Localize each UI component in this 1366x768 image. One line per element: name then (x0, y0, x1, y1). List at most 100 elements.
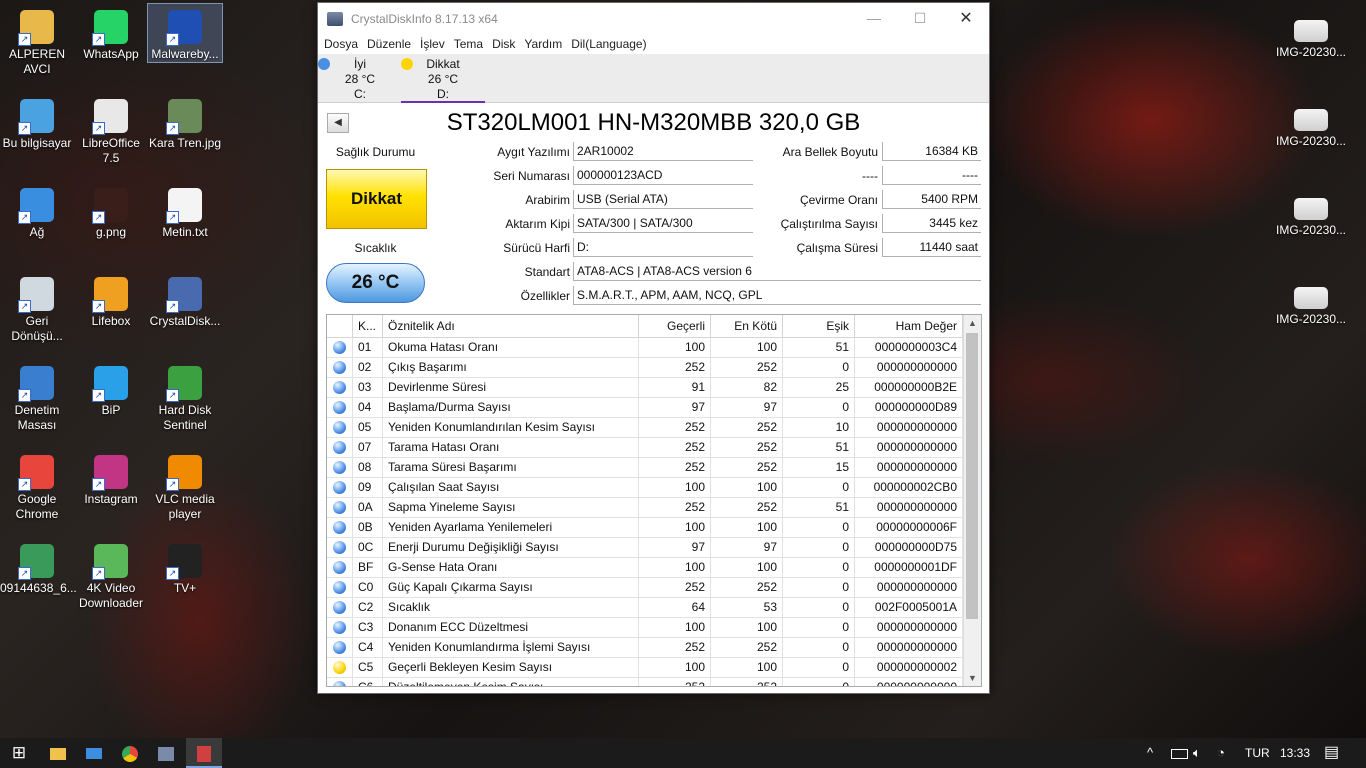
table-row[interactable]: BF G-Sense Hata Oranı 100 100 0 0000000001DF (327, 558, 963, 578)
mail-icon[interactable] (76, 738, 112, 768)
desktop-icon[interactable]: ↗ Kara Tren.jpg (148, 93, 222, 151)
menu-yardim[interactable]: Yardım (524, 37, 562, 51)
desktop-icon[interactable]: IMG-20230... (1272, 103, 1350, 149)
start-button[interactable]: ⊞ (0, 738, 38, 768)
id-column-header[interactable]: K... (353, 315, 383, 337)
scroll-up-icon[interactable]: ▲ (964, 315, 981, 331)
table-row[interactable]: C6 Düzeltilemeyen Kesim Sayısı 252 252 0 0000… (327, 678, 963, 686)
table-row[interactable]: 08 Tarama Süresi Başarımı 252 252 15 00000000… (327, 458, 963, 478)
raw-value-column-header[interactable]: Ham Değer (855, 315, 963, 337)
desktop-icon[interactable]: ↗ Lifebox (74, 271, 148, 329)
table-row[interactable]: 01 Okuma Hatası Oranı 100 100 51 0000000003C4 (327, 338, 963, 358)
title-bar[interactable]: CrystalDiskInfo 8.17.13 x64 — ☐ ✕ (318, 3, 989, 34)
desktop-icon[interactable]: ↗ CrystalDisk... (148, 271, 222, 329)
table-row[interactable]: 0C Enerji Durumu Değişikliği Sayısı 97 97 0 0… (327, 538, 963, 558)
desktop-icon[interactable]: ↗ VLC media player (148, 449, 222, 522)
menu-dosya[interactable]: Dosya (324, 37, 358, 51)
worst-value: 100 (711, 618, 783, 637)
status-cell (327, 578, 353, 597)
desktop-icon[interactable]: ↗ Bu bilgisayar (0, 93, 74, 151)
desktop-icon[interactable]: ↗ Ağ (0, 182, 74, 240)
table-scrollbar[interactable]: ▲ ▼ (963, 315, 981, 686)
health-status-button[interactable]: Dikkat (326, 169, 427, 229)
table-row[interactable]: 09 Çalışılan Saat Sayısı 100 100 0 000000002C… (327, 478, 963, 498)
desktop-icon[interactable]: ↗ BiP (74, 360, 148, 418)
table-row[interactable]: 0A Sapma Yineleme Sayısı 252 252 51 000000000… (327, 498, 963, 518)
desktop-icon[interactable]: ↗ Hard Disk Sentinel (148, 360, 222, 433)
desktop-icon-label: Google Chrome (15, 492, 59, 521)
desktop-icon[interactable]: ↗ 09144638_6... (0, 538, 77, 596)
desktop-icon[interactable]: ↗ g.png (74, 182, 148, 240)
close-button[interactable]: ✕ (943, 3, 989, 34)
hard-disk-sentinel-icon[interactable] (186, 738, 222, 768)
menu-tema[interactable]: Tema (454, 37, 483, 51)
drive-letter-value: D: (573, 238, 753, 257)
table-row[interactable]: 02 Çıkış Başarımı 252 252 0 000000000000 (327, 358, 963, 378)
menu-language[interactable]: Dil(Language) (571, 37, 646, 51)
battery-icon[interactable] (1171, 738, 1188, 768)
desktop-icon[interactable]: ↗ WhatsApp (74, 4, 148, 62)
table-row[interactable]: C0 Güç Kapalı Çıkarma Sayısı 252 252 0 000000… (327, 578, 963, 598)
status-column-header[interactable] (327, 315, 353, 337)
power-on-count-value: 3445 kez (882, 214, 981, 233)
drive-tab-c[interactable]: İyi 28 °C C: (318, 54, 402, 101)
speaker-icon[interactable]: 🔈︎ (1193, 738, 1201, 768)
table-row[interactable]: C5 Geçerli Bekleyen Kesim Sayısı 100 100 0 00… (327, 658, 963, 678)
desktop-icon[interactable]: ↗ LibreOffice 7.5 (74, 93, 148, 166)
table-row[interactable]: 03 Devirlenme Süresi 91 82 25 000000000B2E (327, 378, 963, 398)
raw-value: 000000000000 (855, 418, 963, 437)
desktop-icon[interactable]: ↗ Instagram (74, 449, 148, 507)
status-indicator-icon (333, 561, 346, 574)
desktop-icon[interactable]: ↗ Geri Dönüşü... (0, 271, 74, 344)
notification-icon[interactable]: ▤ (1324, 738, 1339, 768)
language-indicator[interactable]: TUR (1245, 738, 1270, 768)
worst-column-header[interactable]: En Kötü (711, 315, 783, 337)
desktop-icon[interactable]: ↗ Malwareby... (147, 3, 223, 63)
desktop-icon[interactable]: ↗ Metin.txt (148, 182, 222, 240)
desktop-icon[interactable]: ↗ TV+ (148, 538, 222, 596)
image-file-icon (1294, 20, 1328, 42)
current-value: 64 (639, 598, 711, 617)
table-row[interactable]: 04 Başlama/Durma Sayısı 97 97 0 000000000D89 (327, 398, 963, 418)
desktop-icon[interactable]: ↗ Google Chrome (0, 449, 74, 522)
buffer-size-label: Ara Bellek Boyutu (782, 145, 878, 159)
menu-islev[interactable]: İşlev (420, 37, 445, 51)
current-value: 97 (639, 538, 711, 557)
status-indicator-icon (401, 58, 413, 70)
attribute-name-column-header[interactable]: Öznitelik Adı (383, 315, 639, 337)
status-indicator-icon (333, 621, 346, 634)
maximize-button[interactable]: ☐ (897, 3, 943, 34)
tray-chevron-icon[interactable]: ^ (1147, 738, 1153, 768)
menu-duzenle[interactable]: Düzenle (367, 37, 411, 51)
table-row[interactable]: 0B Yeniden Ayarlama Yenilemeleri 100 100 0 00… (327, 518, 963, 538)
scroll-down-icon[interactable]: ▼ (964, 670, 981, 686)
chrome-icon[interactable] (112, 738, 148, 768)
clock[interactable]: 13:33 (1280, 738, 1310, 768)
desktop-icon[interactable]: ↗ ALPEREN AVCI (0, 4, 74, 77)
menu-disk[interactable]: Disk (492, 37, 515, 51)
table-row[interactable]: 07 Tarama Hatası Oranı 252 252 51 00000000000… (327, 438, 963, 458)
shortcut-arrow-icon: ↗ (18, 389, 31, 402)
threshold-value: 0 (783, 398, 855, 417)
desktop-icon[interactable]: IMG-20230... (1272, 14, 1350, 60)
table-row[interactable]: C4 Yeniden Konumlandırma İşlemi Sayısı 252… (327, 638, 963, 658)
table-row[interactable]: C2 Sıcaklık 64 53 0 002F0005001A (327, 598, 963, 618)
shortcut-arrow-icon: ↗ (18, 300, 31, 313)
attribute-id: 01 (353, 338, 383, 357)
current-value: 252 (639, 458, 711, 477)
desktop-icon[interactable]: ↗ 4K Video Downloader (74, 538, 148, 611)
drive-tab-d[interactable]: Dikkat 26 °C D: (401, 54, 485, 103)
desktop-icon[interactable]: IMG-20230... (1272, 281, 1350, 327)
file-explorer-icon[interactable] (40, 738, 76, 768)
crystaldisk-icon[interactable] (148, 738, 184, 768)
current-column-header[interactable]: Geçerli (639, 315, 711, 337)
scroll-thumb[interactable] (966, 333, 978, 619)
desktop-icon[interactable]: IMG-20230... (1272, 192, 1350, 238)
minimize-button[interactable]: — (851, 3, 897, 34)
desktop-icon[interactable]: ↗ Denetim Masası (0, 360, 74, 433)
threshold-column-header[interactable]: Eşik (783, 315, 855, 337)
table-row[interactable]: 05 Yeniden Konumlandırılan Kesim Sayısı 25… (327, 418, 963, 438)
temperature-display[interactable]: 26 °C (326, 263, 425, 303)
network-icon[interactable]: ◔ (1217, 738, 1225, 768)
table-row[interactable]: C3 Donanım ECC Düzeltmesi 100 100 0 000000000… (327, 618, 963, 638)
